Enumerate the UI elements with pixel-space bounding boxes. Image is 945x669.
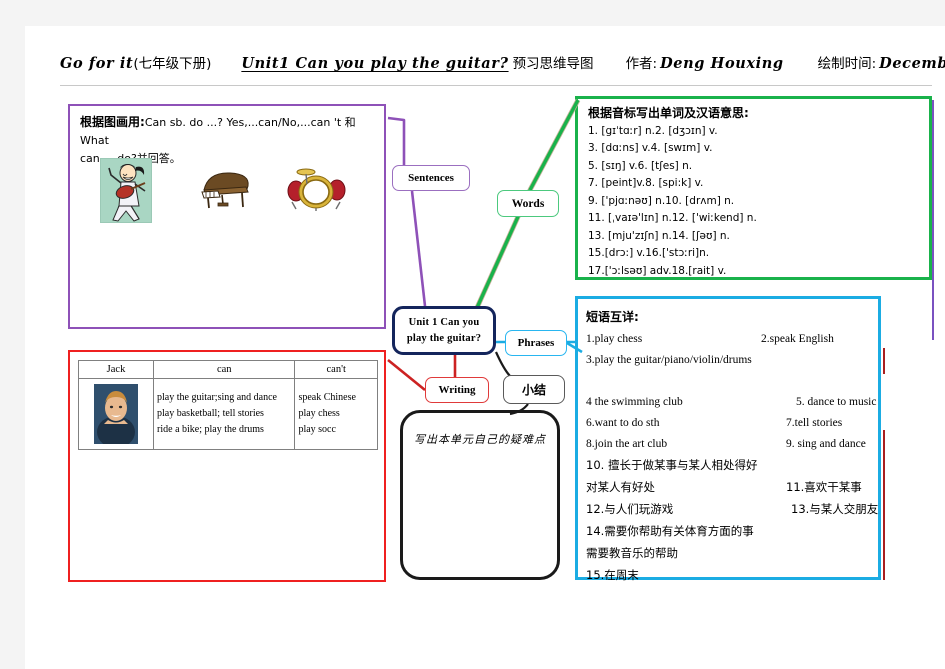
- phrase-line: 15.在周末: [586, 565, 936, 587]
- word-line: 5. [sɪŋ] v.6. [tʃes] n.: [588, 159, 693, 172]
- phrase-item: 7.tell stories: [786, 417, 843, 429]
- can-cell: play the guitar;sing and dance play bask…: [153, 378, 296, 450]
- phrase-line: 需要教音乐的帮助: [586, 543, 936, 565]
- sentences-content-box: 根据图画用:Can sb. do ...? Yes,...can/No,...c…: [68, 104, 386, 329]
- phrase-item: 5. dance to music: [796, 396, 877, 408]
- table-header-cant: can't: [294, 360, 378, 379]
- table-header-can: can: [153, 360, 296, 379]
- cant-item: play socc: [298, 424, 336, 435]
- can-item: ride a bike; play the drums: [157, 424, 264, 435]
- phrase-line: 对某人有好处 11.喜欢干某事: [586, 477, 936, 499]
- page-canvas: Go for it(七年级下册) Unit1 Can you play the …: [0, 0, 945, 669]
- phrase-item: 6.want to do sth: [586, 417, 660, 429]
- phrases-title: 短语互详:: [586, 310, 639, 324]
- table-row: play the guitar;sing and dance play bask…: [77, 378, 378, 450]
- cant-cell: speak Chinese play chess play socc: [294, 378, 378, 450]
- phrases-list: 短语互详: 1.play chess 2.speak English 3.play …: [586, 305, 936, 587]
- phrase-item: 10. 擅长于做某事与某人相处得好: [586, 458, 758, 472]
- cant-item: speak Chinese: [298, 392, 356, 403]
- guitar-kid-picture: [100, 158, 152, 223]
- node-words-label: Words: [511, 197, 545, 210]
- node-sentences-label: Sentences: [408, 172, 454, 184]
- phrase-line: [586, 371, 936, 392]
- word-line: 13. [mju'zɪʃn] n.14. [ʃəʊ] n.: [588, 229, 730, 242]
- header-divider: [60, 85, 932, 86]
- header-unit-title: Unit1 Can you play the guitar?: [241, 55, 509, 72]
- summary-content-box: 写出本单元自己的疑难点: [400, 410, 560, 580]
- phrase-line: 3.play the guitar/piano/violin/drums: [586, 350, 936, 371]
- drums-picture: [282, 164, 350, 212]
- header-date-value: December, 2018: [879, 55, 945, 72]
- jack-portrait-photo: [94, 384, 139, 444]
- node-summary[interactable]: 小结: [503, 375, 565, 404]
- phrase-item: 需要教音乐的帮助: [586, 546, 678, 560]
- top-margin-band: [0, 0, 945, 26]
- phrase-item: 9. sing and dance: [786, 438, 866, 450]
- phrase-item: 对某人有好处: [586, 480, 655, 494]
- phrase-line: 8.join the art club 9. sing and dance: [586, 434, 936, 455]
- node-words[interactable]: Words: [497, 190, 559, 217]
- phrase-item: 13.与某人交朋友: [791, 502, 879, 516]
- node-center-line2: play the guitar?: [406, 332, 482, 344]
- can-item: play the guitar;sing and dance: [157, 392, 277, 403]
- word-line: 1. [gɪˈtɑːr] n.2. [dʒɔɪn] v.: [588, 124, 718, 137]
- phrase-item: 12.与人们玩游戏: [586, 502, 674, 516]
- header-doc-type: 预习思维导图: [512, 56, 594, 72]
- phrase-item: 14.需要你帮助有关体育方面的事: [586, 524, 754, 538]
- node-phrases-label: Phrases: [517, 337, 555, 349]
- node-sentences[interactable]: Sentences: [392, 165, 470, 191]
- sentences-picture-row: [82, 158, 378, 230]
- word-line: 3. [dɑːns] v.4. [swɪm] v.: [588, 142, 713, 154]
- phrase-item: 2.speak English: [761, 333, 834, 345]
- words-list: 根据音标写出单词及汉语意思: 1. [gɪˈtɑːr] n.2. [dʒɔɪn]…: [588, 105, 926, 280]
- table-header-jack: Jack: [77, 360, 155, 379]
- sentences-prompt-title: 根据图画用:: [80, 115, 145, 129]
- phrase-line: 10. 擅长于做某事与某人相处得好: [586, 455, 936, 477]
- phrase-item: 8.join the art club: [586, 438, 668, 450]
- word-line: 7. [peint]v.8. [spi:k] v.: [588, 177, 704, 189]
- summary-prompt: 写出本单元自己的疑难点: [414, 433, 546, 446]
- phrase-line: 1.play chess 2.speak English: [586, 329, 936, 350]
- node-central-topic[interactable]: Unit 1 Can you play the guitar?: [392, 306, 496, 355]
- writing-table-box: Jack can can't play the guitar;sing and …: [68, 350, 386, 582]
- phrase-item: 1.play chess: [586, 333, 643, 345]
- piano-picture: [196, 168, 256, 210]
- header-book-title: Go for it: [60, 55, 134, 72]
- phrase-item: 3.play the guitar/piano/violin/drums: [586, 354, 752, 366]
- left-margin-band: [0, 0, 25, 669]
- phrase-line: 12.与人们玩游戏 13.与某人交朋友: [586, 499, 936, 521]
- node-phrases[interactable]: Phrases: [505, 330, 567, 356]
- header-date-label: 绘制时间:: [817, 56, 877, 72]
- phrase-line: 4 the swimming club 5. dance to music: [586, 392, 936, 413]
- jack-photo-cell: [77, 378, 155, 450]
- phrases-lines: 1.play chess 2.speak English 3.play the gu…: [586, 329, 936, 587]
- cant-item: play chess: [298, 408, 340, 419]
- words-content-box: 根据音标写出单词及汉语意思: 1. [gɪˈtɑːr] n.2. [dʒɔɪn]…: [575, 96, 932, 280]
- jack-ability-table: Jack can can't play the guitar;sing and …: [77, 360, 378, 450]
- node-writing[interactable]: Writing: [425, 377, 489, 403]
- phrases-content-box: 短语互详: 1.play chess 2.speak English 3.play …: [575, 296, 881, 582]
- phrase-line: 6.want to do sth 7.tell stories: [586, 413, 936, 434]
- can-item: play basketball; tell stories: [157, 408, 264, 419]
- node-center-line1: Unit 1 Can you: [408, 316, 480, 328]
- node-summary-label: 小结: [521, 383, 546, 397]
- phrase-item: 15.在周末: [586, 568, 639, 582]
- document-header: Go for it(七年级下册) Unit1 Can you play the …: [60, 52, 945, 82]
- word-line: 9. ['pjɑːnəʊ] n.10. [drʌm] n.: [588, 194, 735, 207]
- phrase-item: 11.喜欢干某事: [786, 480, 862, 494]
- header-author-name: Deng Houxing: [660, 55, 784, 72]
- phrase-item: 4 the swimming club: [586, 396, 683, 408]
- word-line: 15.[drɔ:] v.16.['stɔːri]n.: [588, 247, 710, 259]
- node-writing-label: Writing: [438, 384, 476, 396]
- phrase-line: 14.需要你帮助有关体育方面的事: [586, 521, 936, 543]
- header-author-label: 作者:: [625, 56, 658, 72]
- header-grade: (七年级下册): [133, 56, 212, 72]
- word-line: 11. [ˌvaɪə'lɪn] n.12. ['wiːkend] n.: [588, 212, 757, 224]
- table-header-row: Jack can can't: [77, 360, 378, 379]
- word-line: 17.['ɔːlsəʊ] adv.18.[rait] v.: [588, 264, 727, 277]
- words-title: 根据音标写出单词及汉语意思:: [588, 106, 749, 120]
